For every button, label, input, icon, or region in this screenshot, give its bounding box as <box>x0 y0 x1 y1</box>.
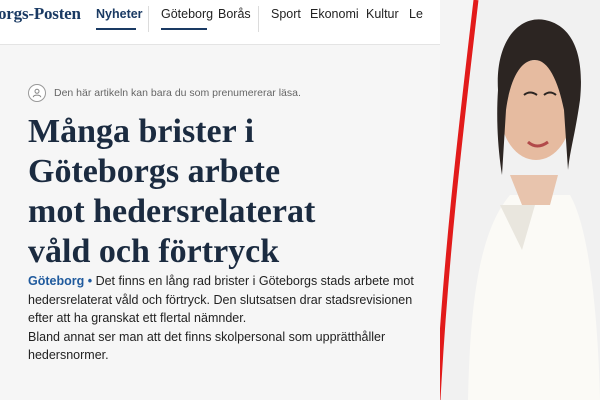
dateline: Göteborg • <box>28 274 93 288</box>
headline-line: våld och förtryck <box>28 233 280 270</box>
subscriber-notice: Den här artikeln kan bara du som prenume… <box>28 84 301 102</box>
nav-item-more[interactable]: Le <box>409 7 423 21</box>
nav-item-sport[interactable]: Sport <box>271 7 301 21</box>
body-paragraph: Bland annat ser man att det finns skolpe… <box>28 329 386 363</box>
nav-divider <box>148 6 149 32</box>
article-body: Göteborg • Det finns en lång rad brister… <box>28 272 428 365</box>
nav-item-nyheter[interactable]: Nyheter <box>96 7 143 21</box>
user-icon <box>28 84 46 102</box>
nav-divider <box>258 6 259 32</box>
nav-active-indicator <box>96 28 136 30</box>
nav-item-boras[interactable]: Borås <box>218 7 251 21</box>
headline-line: Göteborgs arbete <box>28 153 281 190</box>
site-logo[interactable]: orgs-Posten <box>0 4 81 24</box>
nav-item-ekonomi[interactable]: Ekonomi <box>310 7 359 21</box>
nav-item-goteborg[interactable]: Göteborg <box>161 7 213 21</box>
subscriber-note-text: Den här artikeln kan bara du som prenume… <box>54 87 301 99</box>
nav-item-kultur[interactable]: Kultur <box>366 7 399 21</box>
headline-line: Många brister i <box>28 113 255 150</box>
reporter-portrait <box>440 0 600 400</box>
article-headline: Många brister i Göteborgs arbete mot hed… <box>28 112 428 272</box>
headline-line: mot hedersrelaterat <box>28 193 316 230</box>
nav-section-indicator <box>161 28 207 30</box>
lead-paragraph: Göteborg • Det finns en lång rad brister… <box>28 272 428 328</box>
